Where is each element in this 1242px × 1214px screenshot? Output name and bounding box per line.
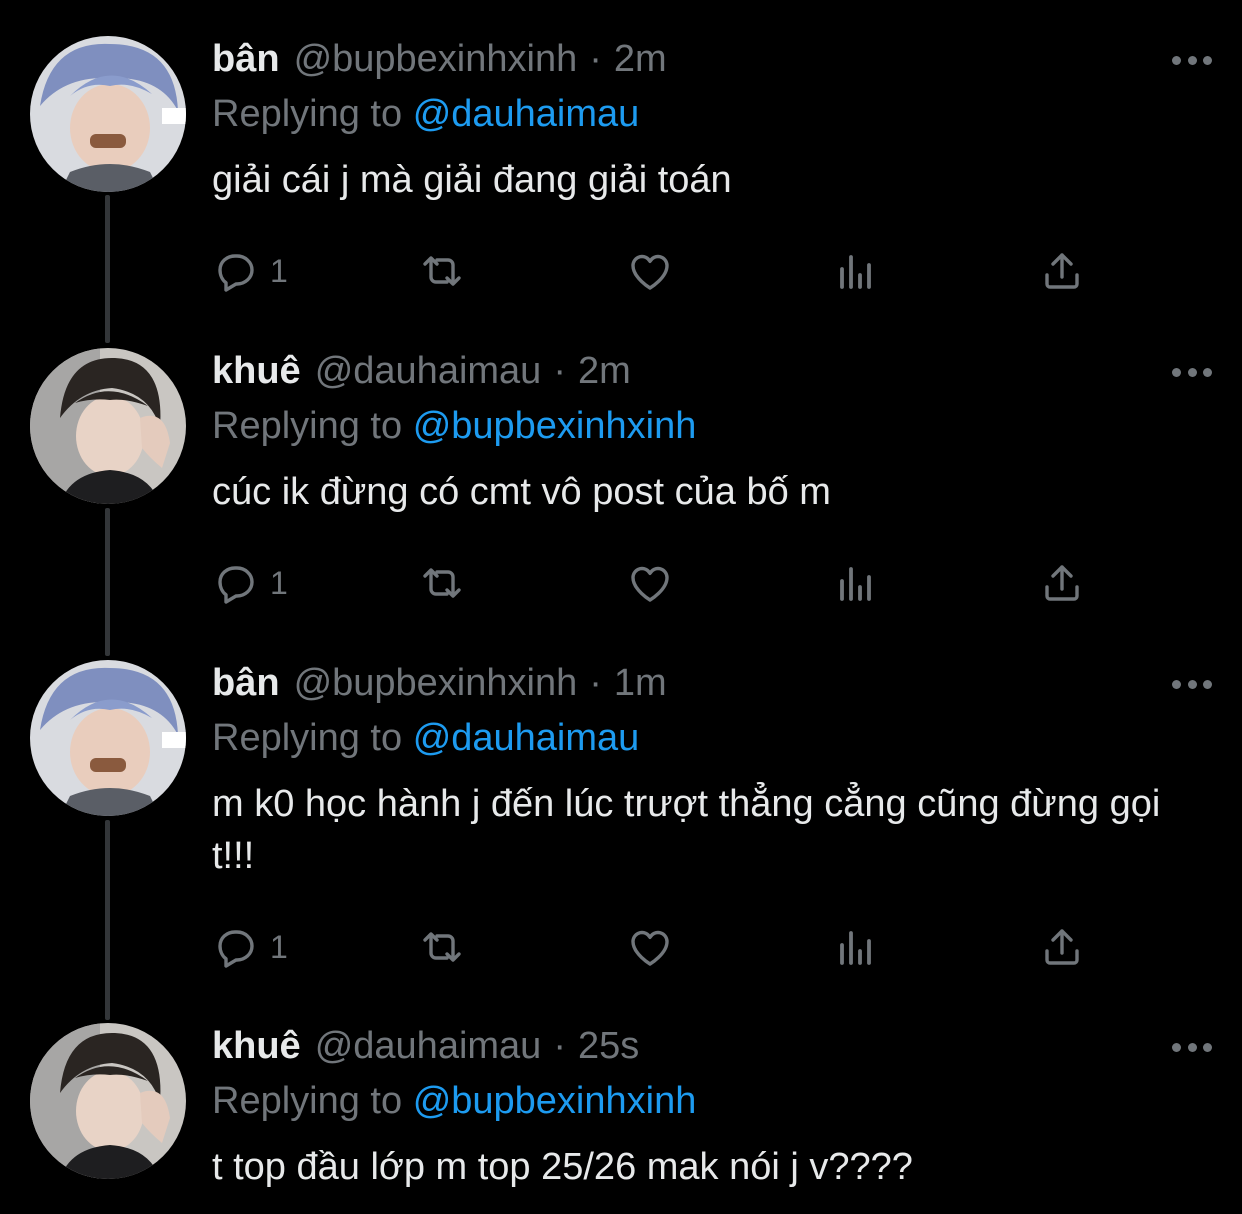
views-bar-chart-icon bbox=[840, 931, 871, 965]
avatar-image bbox=[30, 36, 186, 192]
views-bar-chart-icon bbox=[840, 567, 871, 601]
retweet-button[interactable] bbox=[418, 243, 466, 299]
reply-button[interactable]: 1 bbox=[212, 243, 288, 299]
reply-count: 1 bbox=[270, 252, 288, 289]
heart-icon bbox=[631, 254, 669, 290]
user-handle[interactable]: @dauhaimau bbox=[315, 1023, 542, 1069]
reply-button[interactable]: 1 bbox=[212, 919, 288, 975]
separator-dot: · bbox=[589, 662, 602, 704]
timestamp[interactable]: 2m bbox=[614, 36, 667, 82]
reply-button[interactable]: 1 bbox=[212, 555, 288, 611]
display-name[interactable]: bân bbox=[212, 36, 280, 82]
timestamp[interactable]: 2m bbox=[578, 348, 631, 394]
avatar[interactable] bbox=[30, 1023, 186, 1179]
retweet-button[interactable] bbox=[418, 555, 466, 611]
replying-mention-link[interactable]: @dauhaimau bbox=[413, 717, 640, 759]
replying-mention-link[interactable]: @dauhaimau bbox=[413, 93, 640, 135]
more-dots-icon[interactable] bbox=[1172, 50, 1212, 70]
reply-bubble-icon bbox=[218, 254, 254, 292]
like-button[interactable] bbox=[626, 555, 674, 611]
thread-connector-line bbox=[105, 820, 110, 1020]
share-button[interactable] bbox=[1038, 243, 1086, 299]
like-button[interactable] bbox=[626, 243, 674, 299]
views-button[interactable] bbox=[832, 555, 880, 611]
replying-prefix: Replying to bbox=[212, 1080, 403, 1122]
reply-bubble-icon bbox=[218, 930, 254, 968]
views-button[interactable] bbox=[832, 243, 880, 299]
like-button[interactable] bbox=[626, 919, 674, 975]
tweet-text: cúc ik đừng có cmt vô post của bố m bbox=[212, 471, 831, 513]
timestamp[interactable]: 25s bbox=[578, 1023, 639, 1069]
tweet-actions: 1 bbox=[212, 243, 1212, 299]
tweet-content: khuê @dauhaimau · 2m Replying to @bupbex… bbox=[212, 348, 1202, 518]
share-button[interactable] bbox=[1038, 555, 1086, 611]
avatar-image bbox=[30, 1023, 186, 1179]
reply-count: 1 bbox=[270, 564, 288, 601]
retweet-button[interactable] bbox=[418, 919, 466, 975]
tweet-header: khuê @dauhaimau · 2m bbox=[212, 348, 1202, 394]
replying-to: Replying to @bupbexinhxinh bbox=[212, 1075, 1202, 1127]
tweet-text: t top đầu lớp m top 25/26 mak nói j v???… bbox=[212, 1146, 913, 1188]
thread-connector-line bbox=[105, 508, 110, 656]
tweet-header: bân @bupbexinhxinh · 2m bbox=[212, 36, 1202, 82]
replying-mention-link[interactable]: @bupbexinhxinh bbox=[413, 1080, 697, 1122]
more-dots-icon[interactable] bbox=[1172, 362, 1212, 382]
replying-prefix: Replying to bbox=[212, 717, 403, 759]
separator-dot: · bbox=[553, 350, 566, 392]
heart-icon bbox=[631, 930, 669, 966]
reply-count: 1 bbox=[270, 928, 288, 965]
retweet-arrows-icon bbox=[423, 932, 461, 962]
replying-to: Replying to @dauhaimau bbox=[212, 712, 1202, 764]
user-handle[interactable]: @bupbexinhxinh bbox=[294, 36, 578, 82]
timestamp[interactable]: 1m bbox=[614, 660, 667, 706]
views-bar-chart-icon bbox=[840, 255, 871, 289]
separator-dot: · bbox=[553, 1025, 566, 1067]
tweet-content: khuê @dauhaimau · 25s Replying to @bupbe… bbox=[212, 1023, 1202, 1193]
avatar[interactable] bbox=[30, 36, 186, 192]
share-button[interactable] bbox=[1038, 919, 1086, 975]
avatar-image bbox=[30, 660, 186, 816]
views-button[interactable] bbox=[832, 919, 880, 975]
display-name[interactable]: bân bbox=[212, 660, 280, 706]
avatar[interactable] bbox=[30, 660, 186, 816]
retweet-arrows-icon bbox=[423, 256, 461, 286]
avatar[interactable] bbox=[30, 348, 186, 504]
tweet-actions: 1 bbox=[212, 919, 1212, 975]
heart-icon bbox=[631, 566, 669, 602]
replying-to: Replying to @bupbexinhxinh bbox=[212, 400, 1202, 452]
tweet-header: bân @bupbexinhxinh · 1m bbox=[212, 660, 1202, 706]
tweet-text: m k0 học hành j đến lúc trượt thẳng cẳng… bbox=[212, 783, 1161, 877]
user-handle[interactable]: @dauhaimau bbox=[315, 348, 542, 394]
more-dots-icon[interactable] bbox=[1172, 674, 1212, 694]
retweet-arrows-icon bbox=[423, 568, 461, 598]
tweet-actions: 1 bbox=[212, 555, 1212, 611]
tweet-text: giải cái j mà giải đang giải toán bbox=[212, 159, 732, 201]
share-upload-icon bbox=[1045, 929, 1079, 965]
more-dots-icon[interactable] bbox=[1172, 1037, 1212, 1057]
reply-thread: bân @bupbexinhxinh · 2m Replying to @dau… bbox=[0, 0, 1242, 1214]
replying-mention-link[interactable]: @bupbexinhxinh bbox=[413, 405, 697, 447]
tweet-content: bân @bupbexinhxinh · 1m Replying to @dau… bbox=[212, 660, 1202, 882]
display-name[interactable]: khuê bbox=[212, 348, 301, 394]
user-handle[interactable]: @bupbexinhxinh bbox=[294, 660, 578, 706]
replying-prefix: Replying to bbox=[212, 93, 403, 135]
tweet-content: bân @bupbexinhxinh · 2m Replying to @dau… bbox=[212, 36, 1202, 206]
separator-dot: · bbox=[589, 38, 602, 80]
replying-prefix: Replying to bbox=[212, 405, 403, 447]
share-upload-icon bbox=[1045, 253, 1079, 289]
tweet-header: khuê @dauhaimau · 25s bbox=[212, 1023, 1202, 1069]
avatar-image bbox=[30, 348, 186, 504]
display-name[interactable]: khuê bbox=[212, 1023, 301, 1069]
share-upload-icon bbox=[1045, 565, 1079, 601]
thread-connector-line bbox=[105, 195, 110, 343]
replying-to: Replying to @dauhaimau bbox=[212, 88, 1202, 140]
reply-bubble-icon bbox=[218, 566, 254, 604]
